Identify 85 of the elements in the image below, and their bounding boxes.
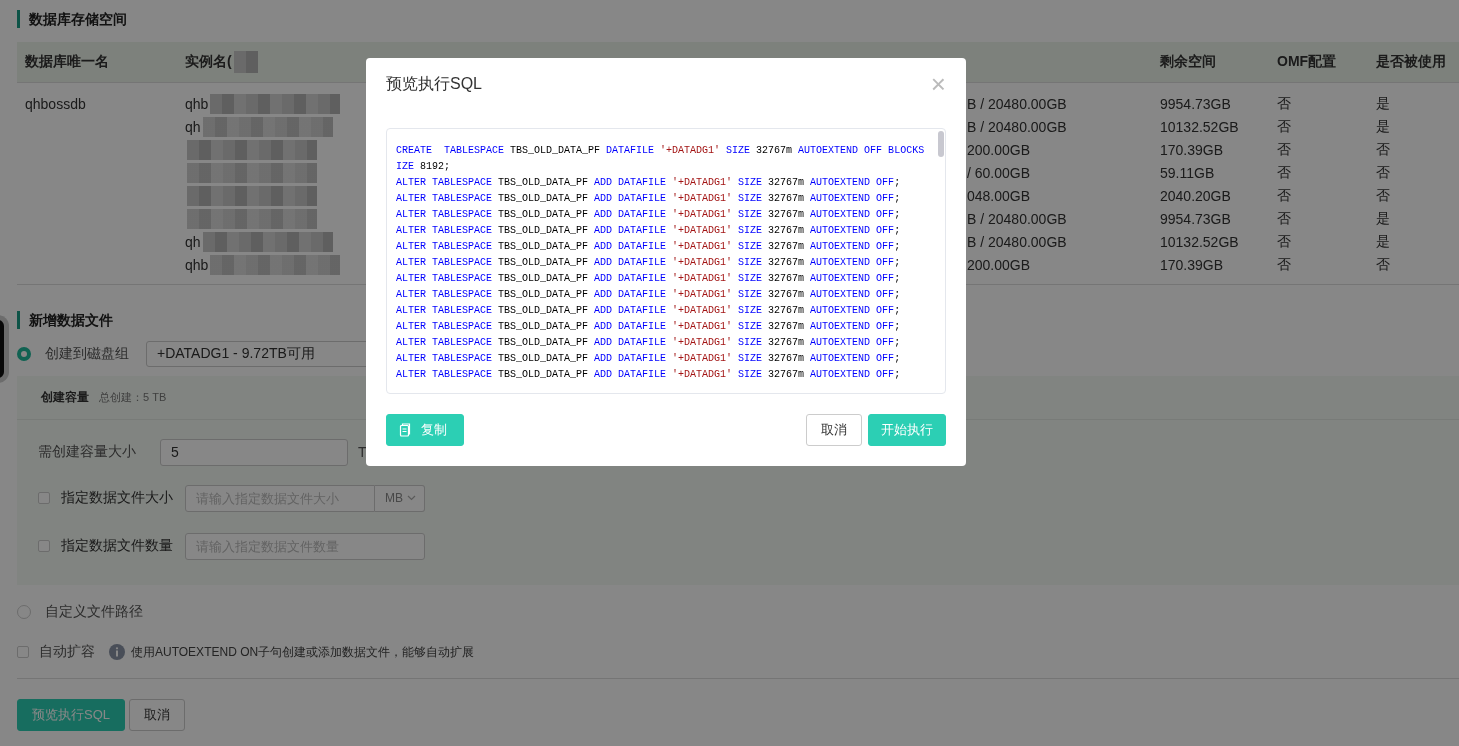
checkbox-label: 指定数据文件大小 [61, 489, 174, 507]
sql-line: ALTER TABLESPACE TBS_OLD_DATA_PF ADD DATAFILE '+DATADG1' SIZE 32767m AUTOEXTEND OFF; [396, 224, 901, 238]
table-cell: qh [185, 233, 201, 250]
scrollbar-thumb[interactable] [938, 131, 944, 157]
sql-line: ALTER TABLESPACE TBS_OLD_DATA_PF ADD DATAFILE '+DATADG1' SIZE 32767m AUTOEXTEND OFF; [396, 304, 901, 318]
table-cell: 200.00GB [967, 141, 1031, 158]
column-header: OMF配置 [1276, 53, 1338, 71]
close-button[interactable]: × [930, 71, 946, 97]
table-cell: 170.39GB [1160, 256, 1224, 273]
column-header: 实例名( [185, 53, 232, 71]
sql-line: ALTER TABLESPACE TBS_OLD_DATA_PF ADD DATAFILE '+DATADG1' SIZE 32767m AUTOEXTEND OFF; [396, 240, 901, 254]
table-cell: 是 [1376, 94, 1390, 113]
table-cell: 048.00GB [967, 187, 1031, 204]
table-cell: B / 20480.00GB [967, 95, 1067, 112]
action-button[interactable]: 预览执行SQL [17, 699, 125, 731]
action-button[interactable]: 取消 [129, 699, 185, 731]
table-cell: 10132.52GB [1160, 118, 1239, 135]
table-cell: B / 20480.00GB [967, 210, 1067, 227]
table-cell: 否 [1376, 255, 1390, 274]
table-cell: 59.11GB [1160, 164, 1215, 181]
sql-line: ALTER TABLESPACE TBS_OLD_DATA_PF ADD DATAFILE '+DATADG1' SIZE 32767m AUTOEXTEND OFF; [396, 272, 901, 286]
table-cell: 是 [1376, 232, 1390, 251]
table-cell: 否 [1277, 209, 1291, 228]
table-cell: qhb [185, 95, 209, 112]
table-cell: 9954.73GB [1160, 210, 1231, 227]
table-cell: 否 [1277, 140, 1291, 159]
table-cell: qhbossdb [25, 95, 86, 112]
copy-button[interactable]: 复制 [386, 414, 464, 446]
table-cell: 否 [1277, 94, 1291, 113]
table-cell: B / 20480.00GB [967, 118, 1067, 135]
table-cell: 否 [1376, 186, 1390, 205]
option-label: 创建到磁盘组 [45, 345, 129, 363]
checkbox-label: 自动扩容 [39, 643, 95, 661]
table-cell: 170.39GB [1160, 141, 1224, 158]
info-icon [109, 644, 125, 660]
table-cell: 否 [1277, 255, 1291, 274]
table-cell: qhb [185, 256, 209, 273]
table-cell: B / 20480.00GB [967, 233, 1067, 250]
option-label: 自定义文件路径 [45, 603, 143, 621]
sql-line: ALTER TABLESPACE TBS_OLD_DATA_PF ADD DATAFILE '+DATADG1' SIZE 32767m AUTOEXTEND OFF; [396, 320, 901, 334]
hint-text: 使用AUTOEXTEND ON子句创建或添加数据文件，能够自动扩展 [131, 643, 475, 661]
field-label: 需创建容量大小 [38, 443, 137, 461]
checkbox[interactable] [38, 492, 50, 504]
sql-line: ALTER TABLESPACE TBS_OLD_DATA_PF ADD DATAFILE '+DATADG1' SIZE 32767m AUTOEXTEND OFF; [396, 256, 901, 270]
table-cell: 否 [1277, 117, 1291, 136]
dialog-button[interactable]: 取消 [806, 414, 862, 446]
panel-title: 创建容量 [41, 389, 89, 406]
sql-line: ALTER TABLESPACE TBS_OLD_DATA_PF ADD DATAFILE '+DATADG1' SIZE 32767m AUTOEXTEND OFF; [396, 192, 901, 206]
table-cell: 否 [1277, 163, 1291, 182]
unit-label: T [358, 444, 367, 460]
total-label: 总创建：5 TB [99, 390, 167, 405]
table-cell: 否 [1277, 186, 1291, 205]
copy-icon [399, 423, 411, 437]
column-header: 是否被使用 [1375, 53, 1447, 71]
table-cell: 2040.20GB [1160, 187, 1231, 204]
sql-line: CREATE TABLESPACE TBS_OLD_DATA_PF DATAFILE '+DATADG1' SIZE 32767m AUTOEXTEND OFF BLOCKSIZE 8192; [396, 144, 926, 174]
checkbox-label: 指定数据文件数量 [61, 537, 174, 555]
chevron-down-icon [407, 495, 416, 501]
size-input[interactable]: 5 [160, 438, 348, 466]
column-header: 数据库唯一名 [24, 53, 110, 71]
dialog-button[interactable]: 开始执行 [868, 414, 946, 446]
sql-line: ALTER TABLESPACE TBS_OLD_DATA_PF ADD DATAFILE '+DATADG1' SIZE 32767m AUTOEXTEND OFF; [396, 208, 901, 222]
section-title: 数据库存储空间 [17, 10, 127, 28]
unit-select[interactable]: MB [375, 484, 425, 512]
table-cell: 是 [1376, 209, 1390, 228]
table-cell: qh [185, 118, 201, 135]
table-cell: 否 [1277, 232, 1291, 251]
table-cell: 200.00GB [967, 256, 1031, 273]
table-cell: 否 [1376, 140, 1390, 159]
sql-line: ALTER TABLESPACE TBS_OLD_DATA_PF ADD DATAFILE '+DATADG1' SIZE 32767m AUTOEXTEND OFF; [396, 176, 901, 190]
sql-line: ALTER TABLESPACE TBS_OLD_DATA_PF ADD DATAFILE '+DATADG1' SIZE 32767m AUTOEXTEND OFF; [396, 368, 901, 382]
dialog-title: 预览执行SQL [386, 73, 482, 94]
table-cell: 是 [1376, 117, 1390, 136]
radio-button[interactable] [17, 605, 31, 619]
column-header: 剩余空间 [1159, 53, 1217, 71]
table-cell: 10132.52GB [1160, 233, 1239, 250]
table-cell: / 60.00GB [967, 164, 1031, 181]
checkbox[interactable] [17, 646, 29, 658]
table-cell: 否 [1376, 163, 1390, 182]
redaction-mosaic [233, 51, 258, 73]
section-title: 新增数据文件 [17, 311, 113, 329]
table-cell: 9954.73GB [1160, 95, 1231, 112]
sql-line: ALTER TABLESPACE TBS_OLD_DATA_PF ADD DATAFILE '+DATADG1' SIZE 32767m AUTOEXTEND OFF; [396, 288, 901, 302]
checkbox[interactable] [38, 540, 50, 552]
radio-button[interactable] [17, 347, 31, 361]
